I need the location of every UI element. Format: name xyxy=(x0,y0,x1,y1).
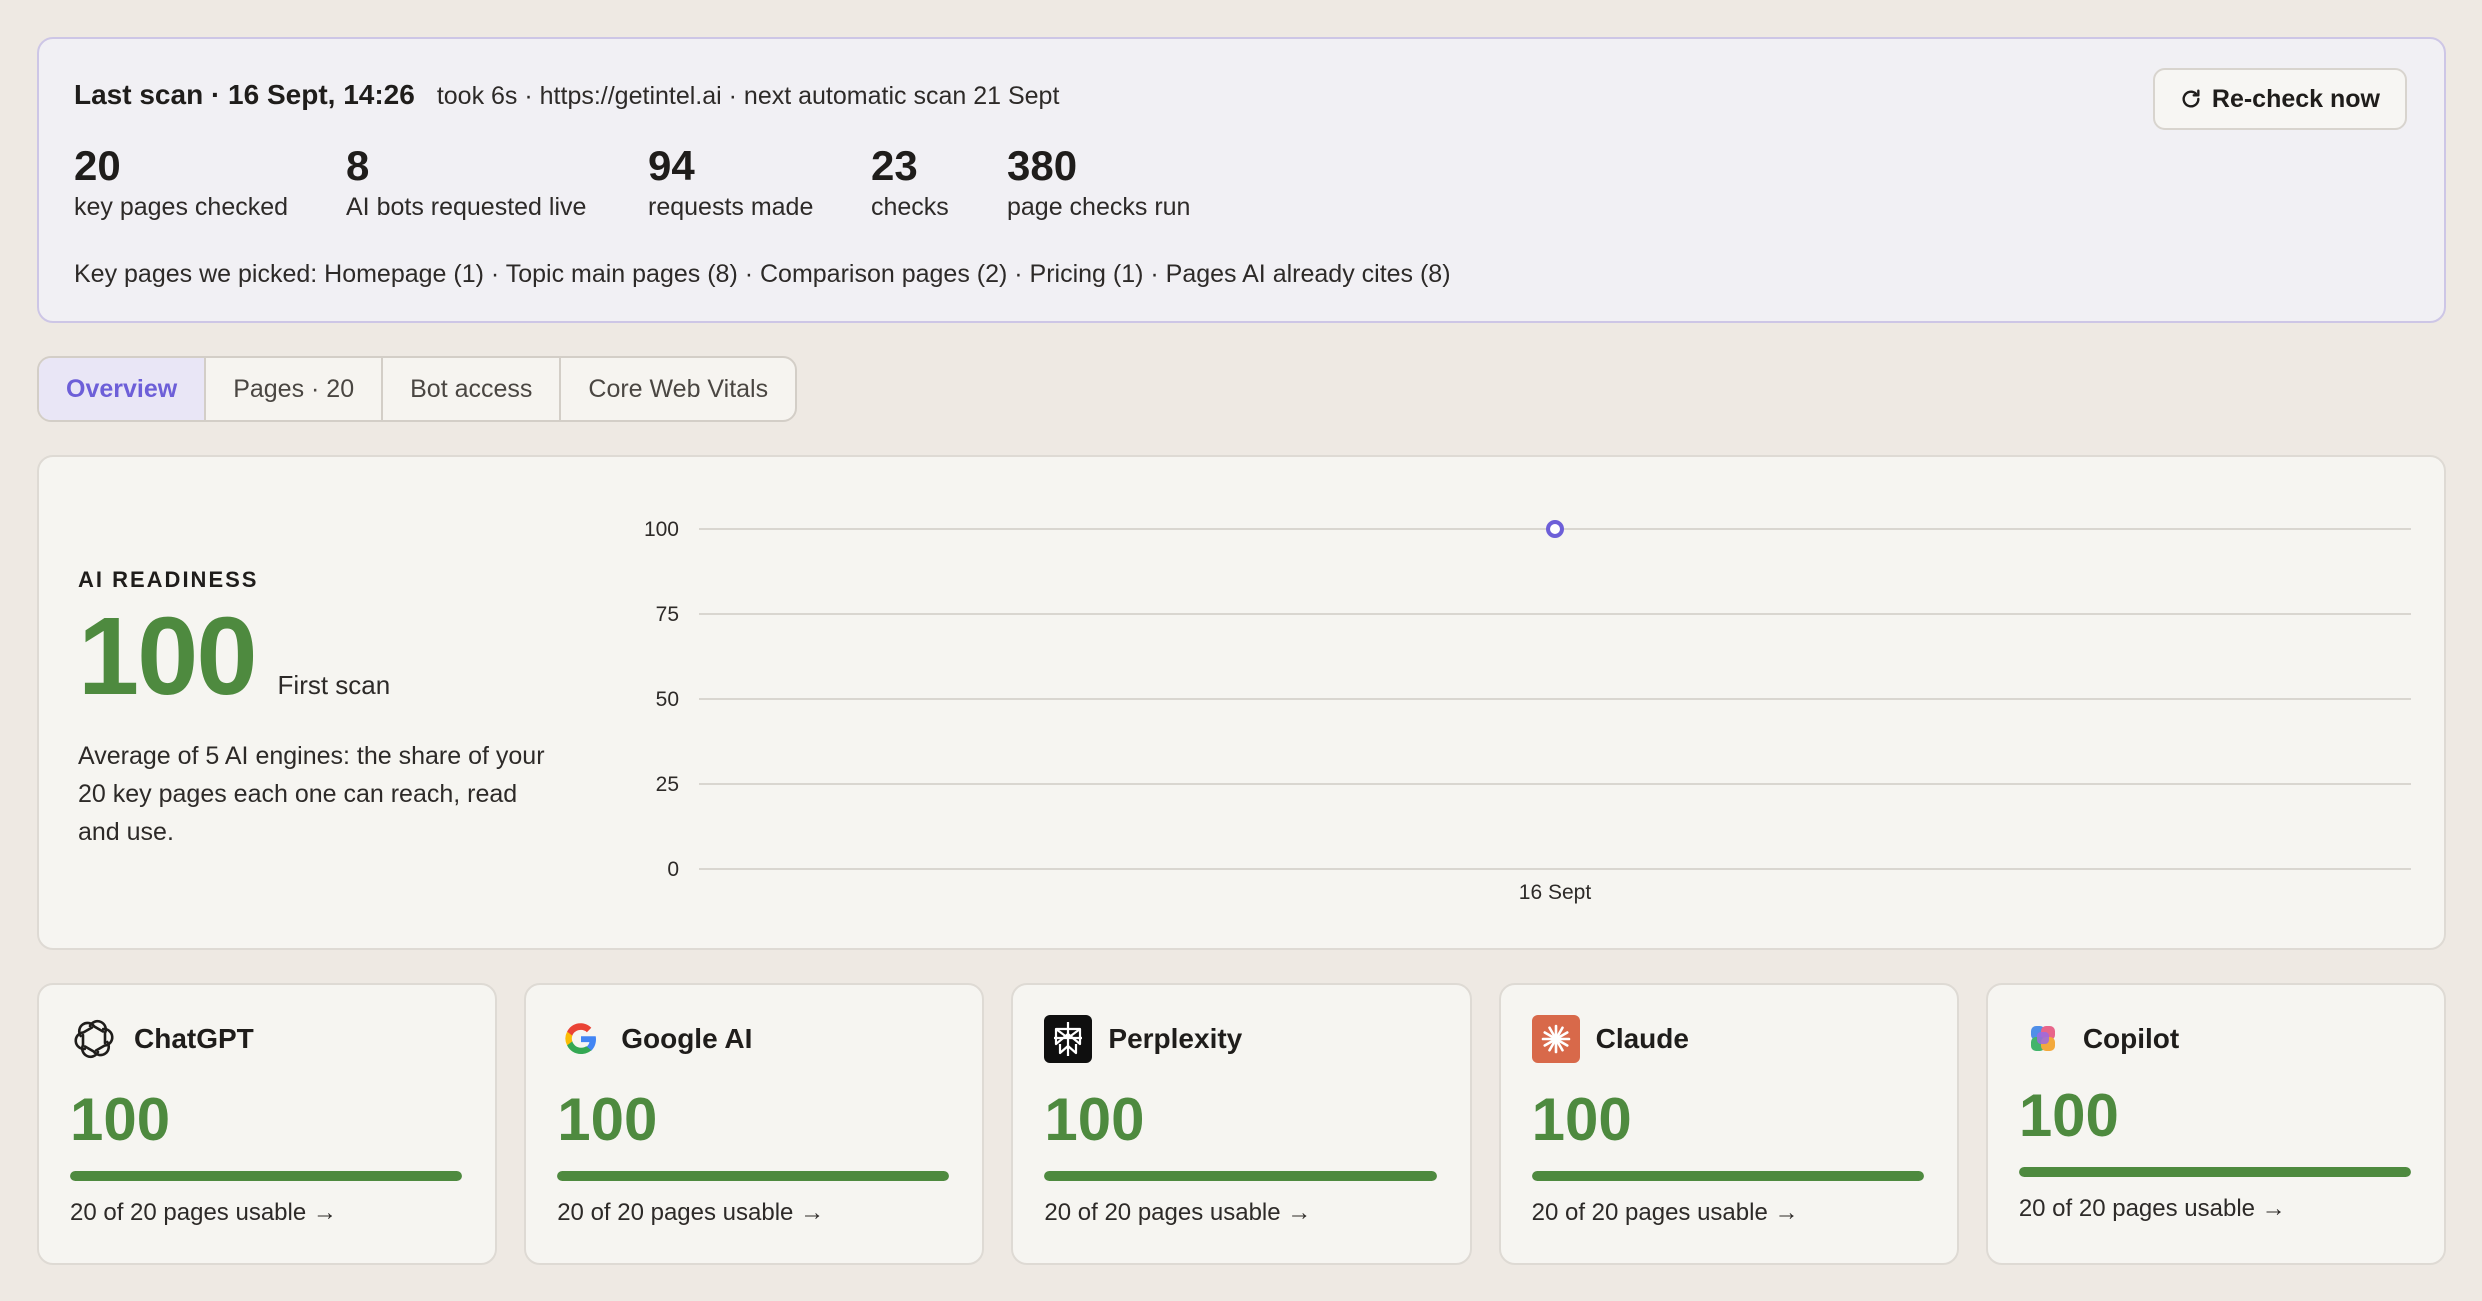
stat-value: 8 xyxy=(346,142,370,189)
engine-cards: ChatGPT 100 20 of 20 pages usable → Goog… xyxy=(37,983,2447,1265)
engine-progress-bar xyxy=(2018,1167,2412,1177)
engine-score: 100 xyxy=(557,1086,658,1153)
engine-score: 100 xyxy=(1044,1086,1145,1153)
refresh-icon xyxy=(2182,89,2200,108)
engine-progress-bar xyxy=(557,1171,950,1181)
stat-ai-bots: 8 AI bots requested live xyxy=(346,145,648,222)
engine-name: Perplexity xyxy=(1108,1023,1243,1054)
engine-name: Google AI xyxy=(621,1023,753,1054)
scan-summary-card: Last scan · 16 Sept, 14:26 took 6s · htt… xyxy=(37,37,2446,323)
engine-progress-bar xyxy=(70,1171,463,1181)
y-tick-label: 75 xyxy=(656,603,679,626)
tab-bar: Overview Pages · 20 Bot access Core Web … xyxy=(37,356,798,422)
engine-pages-usable-link[interactable]: 20 of 20 pages usable → xyxy=(70,1199,462,1227)
claude-logo-icon xyxy=(1531,1015,1580,1063)
copilot-logo-icon xyxy=(2019,1015,2067,1063)
engine-card-header: Copilot xyxy=(2019,1015,2411,1063)
engine-card-perplexity[interactable]: Perplexity 100 20 of 20 pages usable → xyxy=(1011,983,1472,1265)
engine-card-header: ChatGPT xyxy=(70,1015,462,1063)
engine-card-chatgpt[interactable]: ChatGPT 100 20 of 20 pages usable → xyxy=(37,983,498,1265)
engine-progress-bar xyxy=(1531,1171,1924,1181)
ai-readiness-panel: AI READINESS 100 First scan Average of 5… xyxy=(37,455,2446,950)
engine-card-google-ai[interactable]: Google AI 100 20 of 20 pages usable → xyxy=(524,983,985,1265)
readiness-title: AI READINESS xyxy=(78,567,259,592)
y-tick-label: 50 xyxy=(656,688,679,711)
scan-meta: took 6s · https://getintel.ai · next aut… xyxy=(436,82,1060,110)
scan-summary-header: Last scan · 16 Sept, 14:26 took 6s · htt… xyxy=(74,79,2409,111)
scan-stats: 20 key pages checked 8 AI bots requested… xyxy=(74,145,2409,222)
stat-label: requests made xyxy=(648,193,814,221)
readiness-summary: AI READINESS 100 First scan Average of 5… xyxy=(78,567,598,851)
engine-score: 100 xyxy=(1531,1086,1632,1153)
perplexity-logo-icon xyxy=(1044,1015,1093,1063)
engine-card-claude[interactable]: Claude 100 20 of 20 pages usable → xyxy=(1498,983,1959,1265)
engine-pages-usable-link[interactable]: 20 of 20 pages usable → xyxy=(557,1199,949,1227)
readiness-score-row: 100 First scan xyxy=(78,595,598,718)
engine-score: 100 xyxy=(70,1086,171,1153)
y-tick-label: 100 xyxy=(644,518,679,541)
engine-card-header: Claude xyxy=(1531,1015,1924,1063)
engine-progress-fill xyxy=(1044,1171,1437,1181)
engine-pages-usable-link[interactable]: 20 of 20 pages usable → xyxy=(1044,1199,1436,1227)
tab-core-web-vitals[interactable]: Core Web Vitals xyxy=(561,358,795,420)
tab-bot-access[interactable]: Bot access xyxy=(383,358,562,420)
key-pages-picked: Key pages we picked: Homepage (1) · Topi… xyxy=(74,260,1451,288)
dashboard: Last scan · 16 Sept, 14:26 took 6s · htt… xyxy=(37,37,2447,1265)
stat-label: AI bots requested live xyxy=(346,193,587,221)
data-point[interactable] xyxy=(1546,520,1564,538)
engine-name: Claude xyxy=(1595,1023,1689,1054)
stat-label: checks xyxy=(871,193,949,221)
readiness-first-scan: First scan xyxy=(277,670,391,700)
engine-pages-usable-link[interactable]: 20 of 20 pages usable → xyxy=(1532,1199,1924,1227)
engine-score: 100 xyxy=(2018,1082,2119,1149)
engine-progress-fill xyxy=(557,1171,950,1181)
google-logo-icon xyxy=(557,1015,605,1063)
stat-label: page checks run xyxy=(1007,193,1191,221)
stat-label: key pages checked xyxy=(74,193,289,221)
engine-card-header: Perplexity xyxy=(1044,1015,1436,1063)
readiness-description: Average of 5 AI engines: the share of yo… xyxy=(78,742,545,846)
recheck-label: Re-check now xyxy=(2211,84,2380,113)
stat-page-checks: 380 page checks run xyxy=(1007,145,1247,222)
engine-progress-bar xyxy=(1044,1171,1437,1181)
last-scan-title: Last scan · 16 Sept, 14:26 xyxy=(74,79,415,110)
x-tick-label: 16 Sept xyxy=(1519,881,1592,904)
y-tick-label: 0 xyxy=(667,858,679,881)
y-tick-label: 25 xyxy=(656,773,679,796)
engine-progress-fill xyxy=(2018,1167,2412,1177)
stat-value: 94 xyxy=(648,142,695,189)
readiness-score: 100 xyxy=(78,595,258,718)
engine-name: ChatGPT xyxy=(134,1023,254,1054)
engine-progress-fill xyxy=(70,1171,463,1181)
stat-value: 23 xyxy=(871,142,918,189)
recheck-now-button[interactable]: Re-check now xyxy=(2152,68,2407,130)
engine-card-header: Google AI xyxy=(557,1015,949,1063)
tab-overview[interactable]: Overview xyxy=(39,358,207,420)
stat-value: 20 xyxy=(74,142,121,189)
engine-pages-usable-link[interactable]: 20 of 20 pages usable → xyxy=(2019,1195,2411,1223)
engine-name: Copilot xyxy=(2082,1023,2180,1054)
stat-checks: 23 checks xyxy=(871,145,1007,222)
chatgpt-logo-icon xyxy=(70,1015,118,1063)
readiness-trend-chart: 100 75 50 25 0 16 Sept xyxy=(644,518,2411,904)
stat-value: 380 xyxy=(1007,142,1078,189)
engine-progress-fill xyxy=(1531,1171,1924,1181)
tab-pages[interactable]: Pages · 20 xyxy=(206,358,384,420)
engine-card-copilot[interactable]: Copilot 100 20 of 20 pages usable → xyxy=(1985,983,2447,1265)
stat-key-pages: 20 key pages checked xyxy=(74,145,346,222)
stat-requests: 94 requests made xyxy=(648,145,871,222)
